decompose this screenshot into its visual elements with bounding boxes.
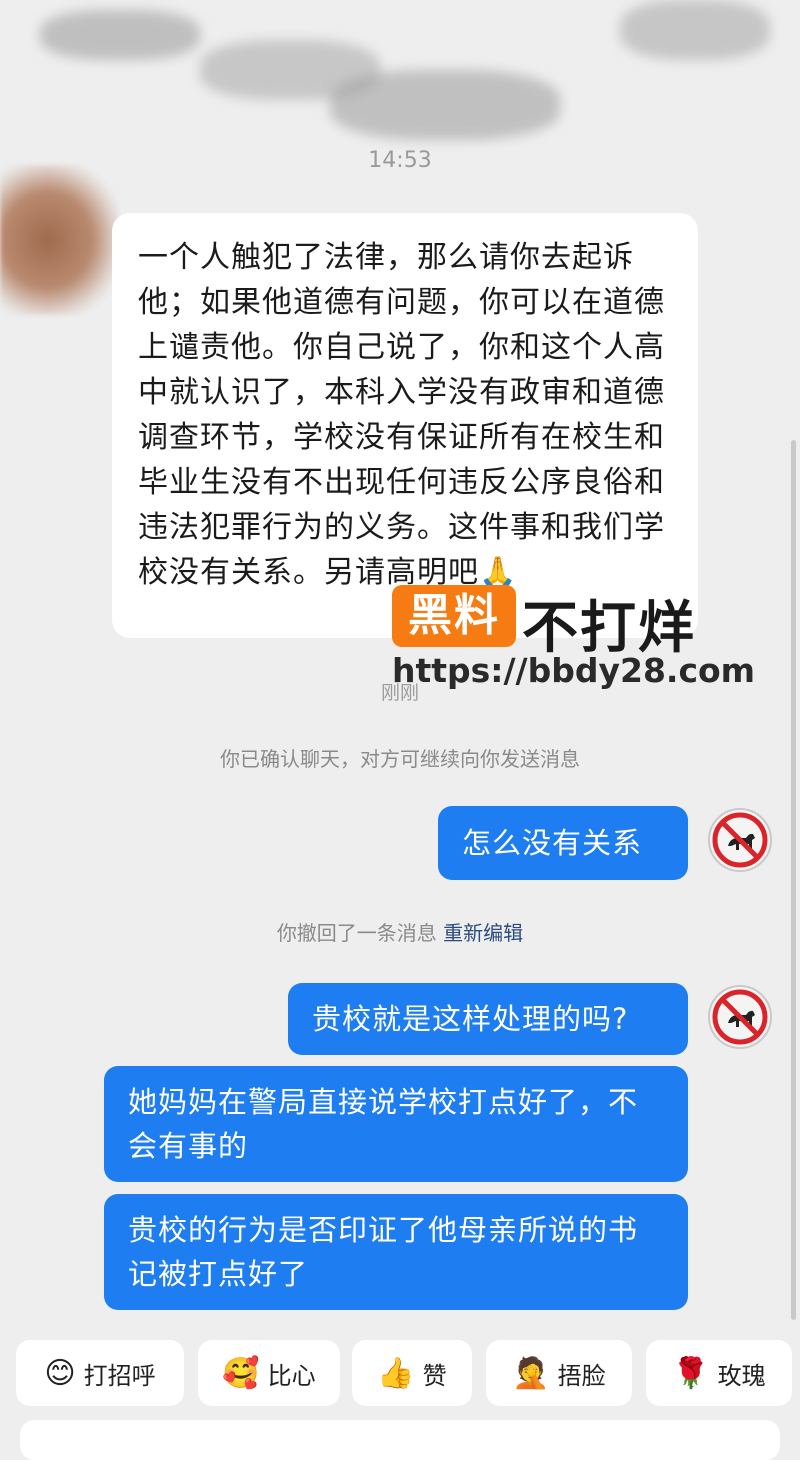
quick-reply-greet[interactable]: 😊 打招呼 [16,1340,184,1406]
message-input-area[interactable] [20,1420,780,1460]
heart-hands-icon: 🥰 [222,1355,260,1391]
facepalm-icon: 🤦 [512,1355,550,1391]
outgoing-message-bubble[interactable]: 贵校的行为是否印证了他母亲所说的书记被打点好了 [104,1194,688,1310]
outgoing-message-text: 怎么没有关系 [462,826,643,860]
quick-reply-heart[interactable]: 🥰 比心 [198,1340,340,1406]
blurred-region [330,70,560,140]
no-dog-icon [712,989,768,1045]
quick-reply-label: 比心 [267,1361,316,1390]
outgoing-message-bubble[interactable]: 贵校就是这样处理的吗? [288,983,688,1055]
blurred-region [40,10,200,60]
outgoing-message-bubble[interactable]: 她妈妈在警局直接说学校打点好了，不会有事的 [104,1066,688,1182]
quick-reply-facepalm[interactable]: 🤦 捂脸 [486,1340,632,1406]
scrollbar[interactable] [791,440,796,1320]
quick-reply-label: 玫瑰 [717,1361,766,1390]
outgoing-message-text: 贵校就是这样处理的吗? [312,1002,629,1036]
recall-notice: 你撤回了一条消息 重新编辑 [0,917,800,946]
user-avatar[interactable] [708,985,772,1049]
outgoing-message-text: 她妈妈在警局直接说学校打点好了，不会有事的 [128,1085,639,1163]
quick-reply-label: 打招呼 [83,1361,156,1390]
rose-icon: 🌹 [672,1355,710,1391]
user-avatar[interactable] [708,808,772,872]
thumbs-up-icon: 👍 [377,1355,415,1391]
watermark-badge: 黑料 [392,585,516,647]
blurred-region [620,0,770,60]
quick-reply-rose[interactable]: 🌹 玫瑰 [646,1340,792,1406]
quick-reply-like[interactable]: 👍 赞 [352,1340,472,1406]
no-dog-icon [712,812,768,868]
system-confirm-notice: 你已确认聊天，对方可继续向你发送消息 [220,747,580,771]
just-now-label: 刚刚 [380,682,419,704]
chat-timestamp: 14:53 [368,148,432,173]
incoming-message-body: 一个人触犯了法律，那么请你去起诉他；如果他道德有问题，你可以在道德上谴责他。你自… [138,240,665,590]
quick-reply-label: 赞 [422,1361,447,1390]
incoming-message-bubble[interactable]: 一个人触犯了法律，那么请你去起诉他；如果他道德有问题，你可以在道德上谴责他。你自… [112,213,698,638]
recall-notice-text: 你撤回了一条消息 [276,921,437,945]
outgoing-message-bubble[interactable]: 怎么没有关系 [438,806,688,880]
contact-avatar[interactable] [0,165,118,315]
quick-reply-label: 捂脸 [557,1361,606,1390]
smile-icon: 😊 [44,1355,76,1391]
quick-reply-bar: 😊 打招呼 🥰 比心 👍 赞 🤦 捂脸 🌹 玫瑰 [0,1340,800,1410]
outgoing-message-text: 贵校的行为是否印证了他母亲所说的书记被打点好了 [128,1213,639,1291]
re-edit-link[interactable]: 重新编辑 [443,921,523,945]
incoming-message-text: 一个人触犯了法律，那么请你去起诉他；如果他道德有问题，你可以在道德上谴责他。你自… [138,235,672,595]
